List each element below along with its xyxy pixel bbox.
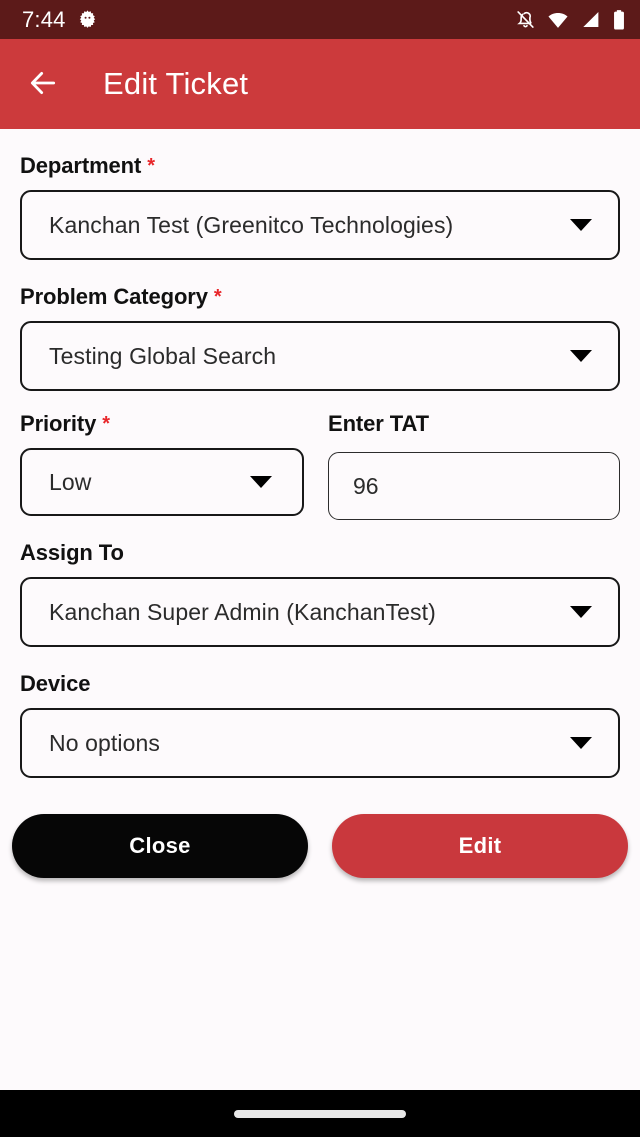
required-asterisk: * xyxy=(102,413,110,435)
chevron-down-icon xyxy=(570,350,592,362)
battery-icon xyxy=(612,9,626,31)
problem-category-label: Problem Category * xyxy=(20,284,222,309)
required-asterisk: * xyxy=(213,286,222,308)
device-label: Device xyxy=(20,671,91,696)
priority-tat-row: Priority * Low Enter TAT xyxy=(20,413,620,520)
close-button[interactable]: Close xyxy=(12,814,308,878)
cellular-signal-icon xyxy=(580,9,601,30)
page-title: Edit Ticket xyxy=(103,66,249,101)
chevron-down-icon xyxy=(570,737,592,749)
phone-screen: 7:44 Edit Ticket Department * Kanchan Te… xyxy=(0,0,640,1137)
department-select[interactable]: Kanchan Test (Greenitco Technologies) xyxy=(20,190,620,260)
required-asterisk: * xyxy=(147,155,155,177)
priority-label: Priority * xyxy=(20,411,110,436)
back-button[interactable] xyxy=(26,67,60,101)
priority-field: Priority * Low xyxy=(20,413,304,520)
edit-ticket-form: Department * Kanchan Test (Greenitco Tec… xyxy=(0,129,640,1090)
assign-to-select[interactable]: Kanchan Super Admin (KanchanTest) xyxy=(20,577,620,647)
chevron-down-icon xyxy=(570,219,592,231)
system-navigation-bar xyxy=(0,1090,640,1137)
tat-field: Enter TAT xyxy=(328,413,620,520)
wifi-icon xyxy=(547,9,569,31)
app-bar: Edit Ticket xyxy=(0,39,640,129)
status-bar-left: 7:44 xyxy=(22,6,98,32)
edit-button[interactable]: Edit xyxy=(332,814,628,878)
status-bar-clock: 7:44 xyxy=(22,6,66,32)
action-button-row: Close Edit xyxy=(12,814,628,878)
gesture-handle[interactable] xyxy=(234,1109,406,1118)
bug-gear-icon xyxy=(77,9,98,30)
tat-label: Enter TAT xyxy=(328,411,429,436)
status-bar: 7:44 xyxy=(0,0,640,39)
notifications-off-icon xyxy=(515,9,536,30)
status-bar-right xyxy=(515,9,626,31)
priority-select[interactable]: Low xyxy=(20,448,304,516)
priority-value: Low xyxy=(49,468,92,495)
chevron-down-icon xyxy=(570,606,592,618)
assign-to-value: Kanchan Super Admin (KanchanTest) xyxy=(49,598,436,625)
tat-input[interactable] xyxy=(328,452,620,520)
department-label: Department * xyxy=(20,153,155,178)
device-select[interactable]: No options xyxy=(20,708,620,778)
problem-category-value: Testing Global Search xyxy=(49,342,277,369)
department-value: Kanchan Test (Greenitco Technologies) xyxy=(49,211,454,238)
problem-category-select[interactable]: Testing Global Search xyxy=(20,321,620,391)
device-value: No options xyxy=(49,729,160,756)
arrow-back-icon xyxy=(27,67,59,102)
chevron-down-icon xyxy=(250,476,272,488)
assign-to-label: Assign To xyxy=(20,540,124,565)
